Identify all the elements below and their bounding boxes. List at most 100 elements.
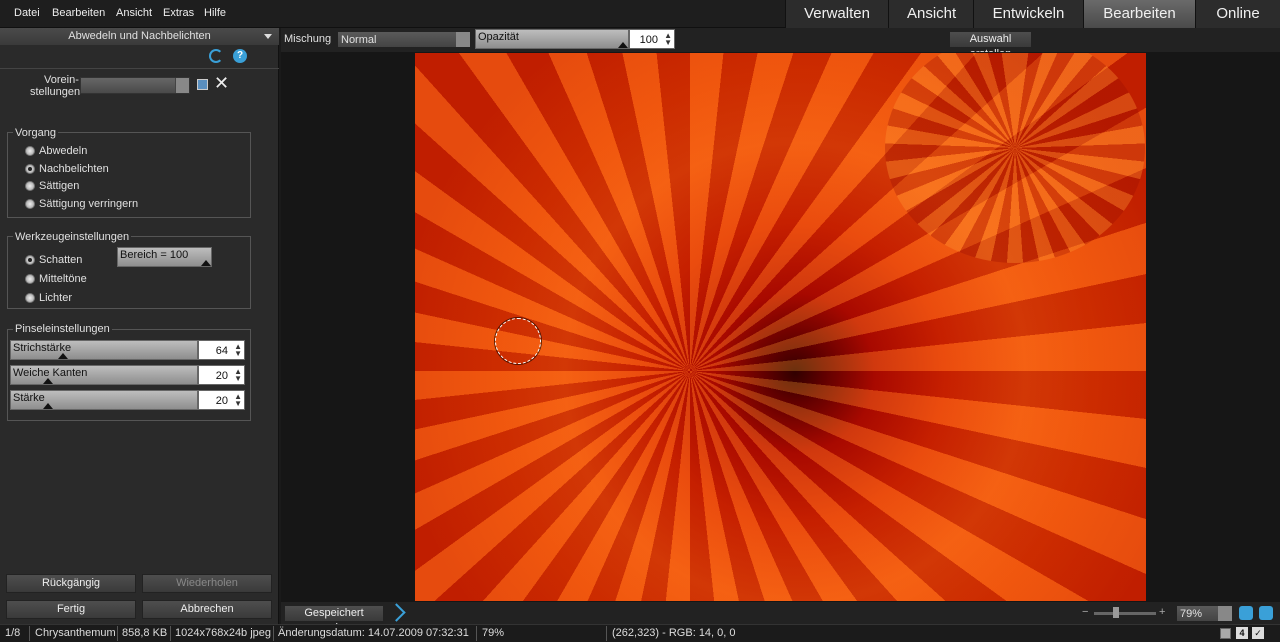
fullscreen-icon[interactable] bbox=[1259, 606, 1273, 620]
vorgang-title: Vorgang bbox=[13, 127, 58, 139]
status-separator bbox=[170, 626, 171, 641]
chrysanthemum-photo[interactable] bbox=[415, 53, 1146, 601]
blend-select[interactable]: Normal bbox=[337, 31, 471, 48]
slider-thumb-icon[interactable] bbox=[58, 353, 69, 359]
status-date: Änderungsdatum: 14.07.2009 07:32:31 bbox=[278, 627, 469, 639]
label-saettigung-verringern: Sättigung verringern bbox=[39, 198, 139, 210]
fit-icon[interactable] bbox=[1239, 606, 1253, 620]
slider-thumb-icon[interactable] bbox=[43, 403, 54, 409]
help-icon[interactable]: ? bbox=[233, 49, 247, 63]
tab-verwalten[interactable]: Verwalten bbox=[785, 0, 888, 28]
label-schatten: Schatten bbox=[39, 254, 83, 266]
status-bar: 1/8 Chrysanthemum 858,8 KB 1024x768x24b … bbox=[0, 624, 1280, 642]
opacity-slider[interactable]: Opazität bbox=[475, 29, 629, 49]
radio-abwedeln[interactable] bbox=[25, 146, 35, 156]
strichstaerke-input[interactable]: 64 ▲ ▼ bbox=[198, 340, 245, 360]
cancel-button[interactable]: Abbrechen bbox=[142, 600, 272, 619]
panel-title-text: Abwedeln und Nachbelichten bbox=[68, 30, 211, 42]
radio-mitteltoene[interactable] bbox=[25, 274, 35, 284]
strichstaerke-slider[interactable]: Strichstärke bbox=[10, 340, 198, 360]
show-saved-button[interactable]: Gespeichert anzeigen bbox=[284, 605, 384, 634]
preset-select[interactable] bbox=[80, 77, 190, 94]
weiche-kanten-value: 20 bbox=[215, 370, 228, 382]
pinsel-title: Pinseleinstellungen bbox=[13, 323, 112, 335]
staerke-slider[interactable]: Stärke bbox=[10, 390, 198, 410]
radio-nachbelichten[interactable] bbox=[25, 164, 35, 174]
status-separator bbox=[29, 626, 30, 641]
spinner-icon[interactable]: ▲ ▼ bbox=[664, 32, 672, 47]
panel-divider bbox=[0, 68, 279, 69]
status-separator bbox=[606, 626, 607, 641]
label-mitteltoene: Mitteltöne bbox=[39, 273, 87, 285]
save-icon[interactable] bbox=[197, 79, 208, 90]
zoom-out-icon[interactable]: − bbox=[1082, 606, 1088, 618]
chevron-down-icon bbox=[1218, 606, 1232, 621]
blend-label: Mischung bbox=[284, 33, 332, 45]
staerke-input[interactable]: 20 ▲ ▼ bbox=[198, 390, 245, 410]
strichstaerke-value: 64 bbox=[215, 345, 228, 357]
spinner-icon[interactable]: ▲ ▼ bbox=[234, 343, 242, 358]
status-index: 1/8 bbox=[5, 627, 21, 639]
menu-extras[interactable]: Extras bbox=[163, 7, 194, 19]
create-selection-button[interactable]: Auswahl erstellen bbox=[949, 31, 1032, 60]
tab-ansicht[interactable]: Ansicht bbox=[888, 0, 973, 28]
chevron-down-icon bbox=[175, 78, 189, 93]
radio-saettigen[interactable] bbox=[25, 181, 35, 191]
panel-menu-arrow-icon[interactable] bbox=[264, 34, 272, 39]
blend-value: Normal bbox=[341, 34, 377, 46]
chevron-down-icon bbox=[456, 32, 470, 47]
staerke-value: 20 bbox=[215, 395, 228, 407]
zoom-value: 79% bbox=[1180, 608, 1203, 620]
checkbox-icon[interactable] bbox=[1220, 628, 1231, 639]
slider-thumb-icon[interactable] bbox=[618, 42, 628, 48]
zoom-thumb-icon[interactable] bbox=[1113, 607, 1119, 618]
slider-thumb-icon[interactable] bbox=[201, 260, 211, 266]
tab-entwickeln[interactable]: Entwickeln bbox=[973, 0, 1083, 28]
spinner-icon[interactable]: ▲ ▼ bbox=[234, 368, 242, 383]
delete-icon[interactable]: ✕ bbox=[214, 74, 229, 92]
werkzeug-title: Werkzeugeinstellungen bbox=[13, 231, 132, 243]
zoom-select[interactable]: 79% bbox=[1176, 605, 1233, 622]
opacity-label: Opazität bbox=[478, 31, 519, 43]
status-separator bbox=[117, 626, 118, 641]
panel-title: Abwedeln und Nachbelichten bbox=[0, 28, 279, 45]
menu-bearbeiten[interactable]: Bearbeiten bbox=[52, 7, 105, 19]
label-saettigen: Sättigen bbox=[39, 180, 80, 192]
refresh-icon[interactable] bbox=[209, 49, 223, 63]
tab-bearbeiten[interactable]: Bearbeiten bbox=[1083, 0, 1195, 28]
rating-icon[interactable]: 4 bbox=[1236, 627, 1248, 639]
staerke-label: Stärke bbox=[13, 392, 45, 404]
done-button[interactable]: Fertig bbox=[6, 600, 136, 619]
zoom-in-icon[interactable]: + bbox=[1159, 606, 1165, 618]
menu-ansicht[interactable]: Ansicht bbox=[116, 7, 152, 19]
status-dims: 1024x768x24b jpeg bbox=[175, 627, 272, 639]
weiche-kanten-slider[interactable]: Weiche Kanten bbox=[10, 365, 198, 385]
status-zoom: 79% bbox=[482, 627, 505, 639]
menu-hilfe[interactable]: Hilfe bbox=[204, 7, 226, 19]
bereich-slider[interactable]: Bereich = 100 bbox=[117, 247, 212, 267]
menu-datei[interactable]: Datei bbox=[14, 7, 40, 19]
zoom-slider[interactable] bbox=[1094, 612, 1156, 615]
preset-label-2: stellungen bbox=[30, 86, 81, 98]
status-size: 858,8 KB bbox=[122, 627, 168, 639]
radio-schatten[interactable] bbox=[25, 255, 35, 265]
opacity-input[interactable]: 100 ▲ ▼ bbox=[629, 29, 675, 49]
status-pixel: (262,323) - RGB: 14, 0, 0 bbox=[612, 627, 736, 639]
mode-tabs: Verwalten Ansicht Entwickeln Bearbeiten … bbox=[785, 0, 1280, 28]
status-separator bbox=[273, 626, 274, 641]
bereich-label: Bereich = 100 bbox=[120, 249, 189, 261]
tab-online[interactable]: Online bbox=[1195, 0, 1280, 28]
check-icon[interactable]: ✓ bbox=[1252, 627, 1264, 639]
radio-saettigung-verringern[interactable] bbox=[25, 199, 35, 209]
opacity-value: 100 bbox=[639, 34, 658, 46]
weiche-kanten-input[interactable]: 20 ▲ ▼ bbox=[198, 365, 245, 385]
spinner-icon[interactable]: ▲ ▼ bbox=[234, 393, 242, 408]
label-abwedeln: Abwedeln bbox=[39, 145, 88, 157]
undo-button[interactable]: Rückgängig bbox=[6, 574, 136, 593]
radio-lichter[interactable] bbox=[25, 293, 35, 303]
redo-button[interactable]: Wiederholen bbox=[142, 574, 272, 593]
label-nachbelichten: Nachbelichten bbox=[39, 163, 109, 175]
preset-label: Vorein- bbox=[44, 74, 79, 86]
brush-cursor-icon bbox=[495, 318, 541, 364]
slider-thumb-icon[interactable] bbox=[43, 378, 54, 384]
